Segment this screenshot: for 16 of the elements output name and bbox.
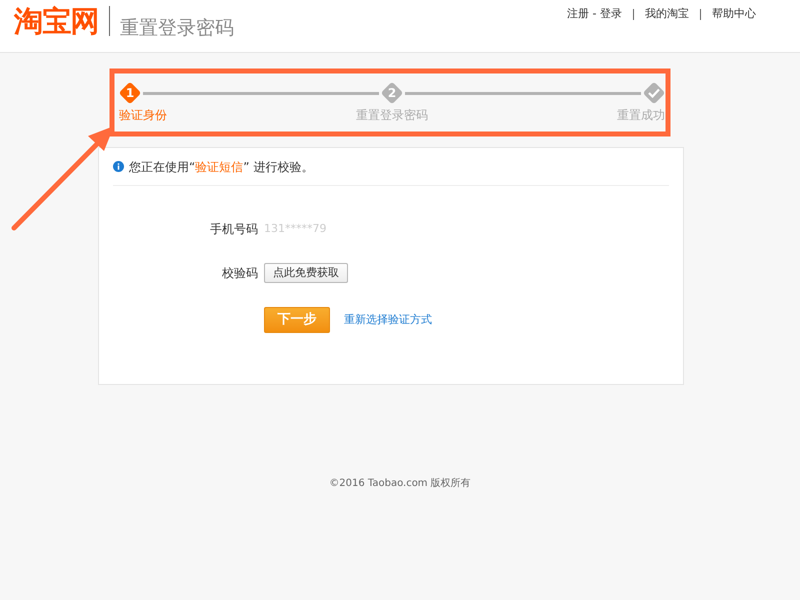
- step-number-icon: 2: [381, 82, 403, 104]
- field-label: 手机号码: [209, 221, 258, 238]
- step-number-icon: 1: [119, 82, 141, 104]
- step-label: 验证身份: [119, 107, 167, 124]
- header-link[interactable]: 注册 - 登录: [567, 6, 622, 22]
- info-icon: [113, 161, 124, 172]
- copyright-text: ©2016 Taobao.com 版权所有: [329, 476, 471, 491]
- step-label: 重置登录密码: [356, 107, 428, 124]
- header-link[interactable]: 帮助中心: [712, 6, 756, 22]
- page-title: 重置登录密码: [120, 16, 234, 41]
- field-label: 校验码: [221, 265, 258, 282]
- step-label: 重置成功: [617, 107, 665, 124]
- notice-text: 您正在使用“验证短信” 进行校验。: [129, 158, 314, 176]
- get-code-button[interactable]: 点此免费获取: [264, 263, 348, 283]
- switch-method-link[interactable]: 重新选择验证方式: [344, 312, 432, 328]
- header-link[interactable]: 我的淘宝: [645, 6, 689, 22]
